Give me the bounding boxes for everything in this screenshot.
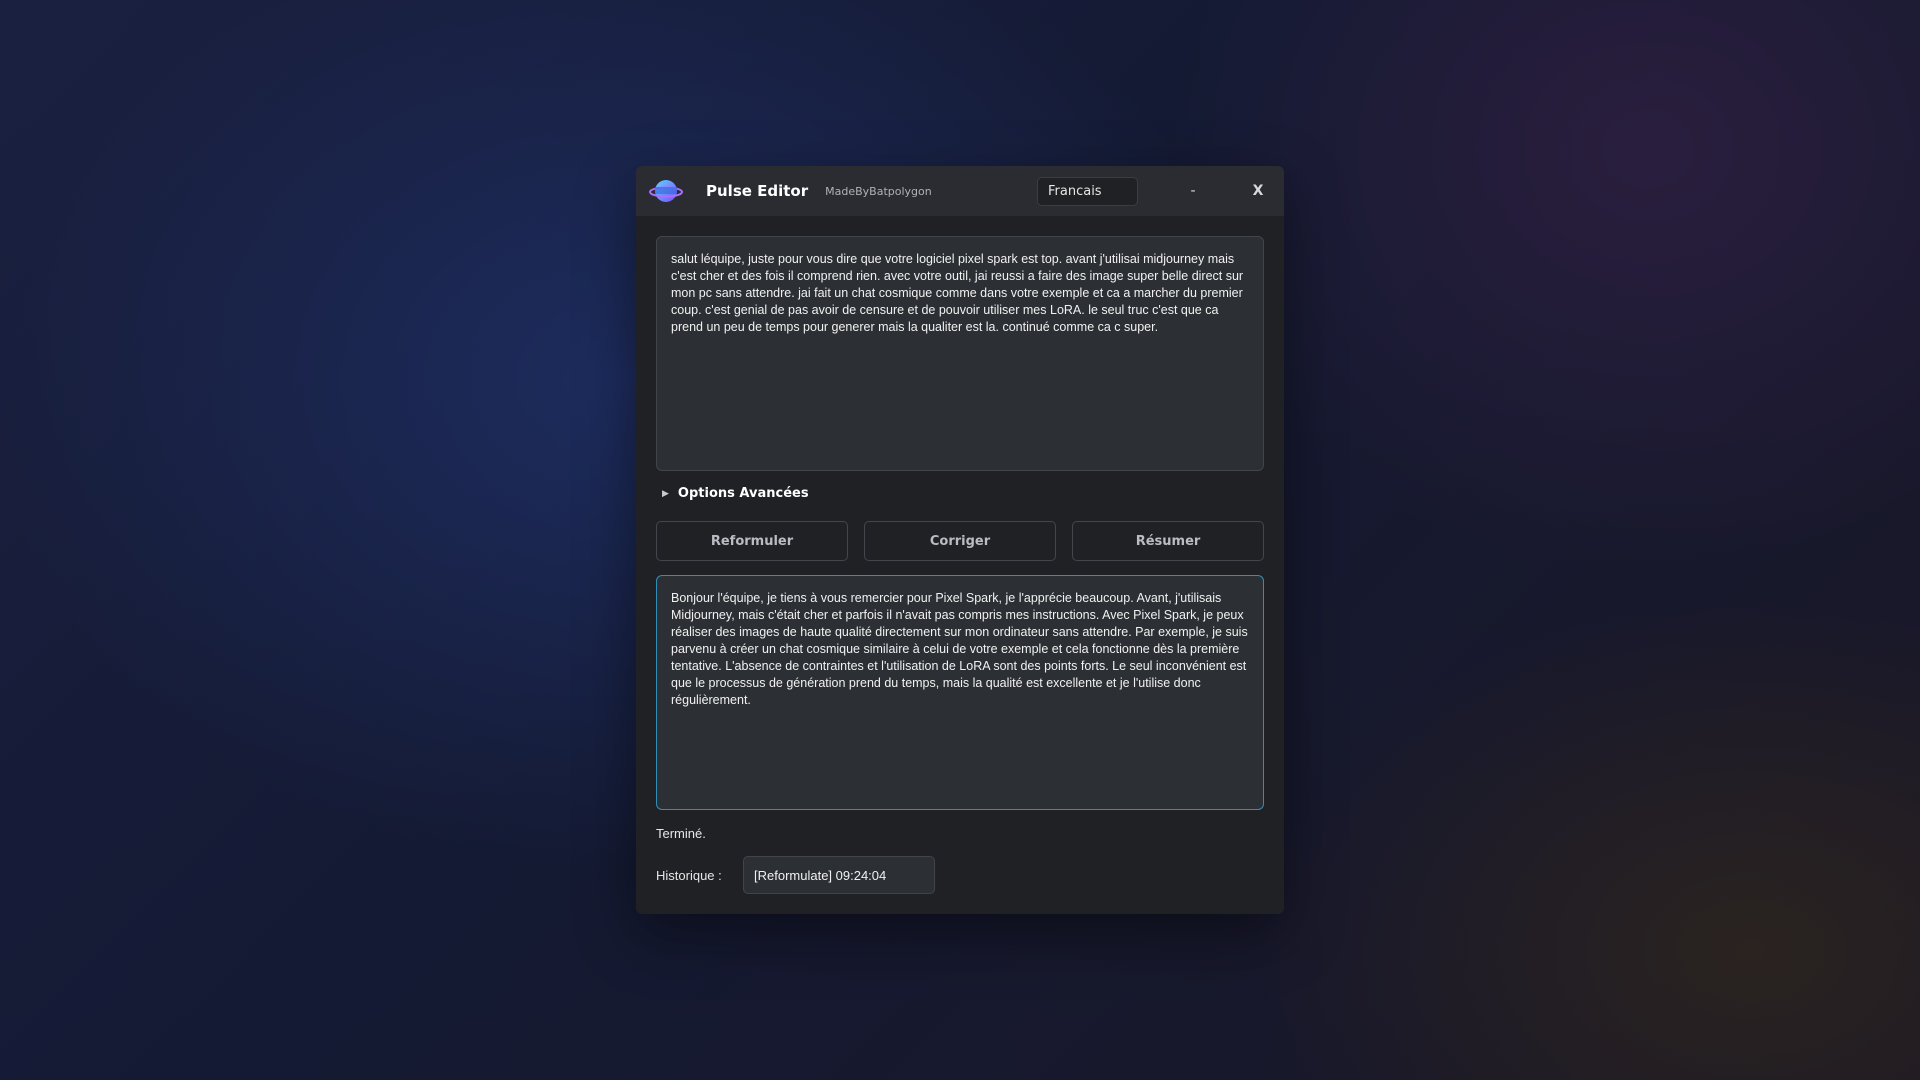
planet-logo-icon — [648, 175, 684, 207]
input-textarea[interactable]: salut léquipe, juste pour vous dire que … — [656, 236, 1264, 471]
language-select[interactable]: Francais — [1037, 177, 1138, 206]
history-select[interactable]: [Reformulate] 09:24:04 — [743, 856, 935, 894]
summarize-button[interactable]: Résumer — [1072, 521, 1264, 561]
chevron-right-icon: ▶ — [662, 488, 669, 499]
minimize-button[interactable]: - — [1173, 177, 1213, 205]
advanced-options-toggle[interactable]: ▶ Options Avancées — [662, 486, 809, 501]
history-label: Historique : — [656, 868, 722, 883]
status-text: Terminé. — [656, 826, 706, 841]
close-button[interactable]: X — [1238, 177, 1278, 205]
app-window: Pulse Editor MadeByBatpolygon Francais -… — [636, 166, 1284, 914]
app-subtitle: MadeByBatpolygon — [825, 184, 932, 198]
app-title: Pulse Editor — [706, 182, 809, 200]
action-buttons: Reformuler Corriger Résumer — [656, 521, 1264, 561]
advanced-options-label: Options Avancées — [677, 486, 809, 501]
output-textarea[interactable]: Bonjour l'équipe, je tiens à vous remerc… — [656, 575, 1264, 810]
reformulate-button[interactable]: Reformuler — [656, 521, 848, 561]
title-bar[interactable]: Pulse Editor MadeByBatpolygon Francais -… — [636, 166, 1284, 216]
correct-button[interactable]: Corriger — [864, 521, 1056, 561]
